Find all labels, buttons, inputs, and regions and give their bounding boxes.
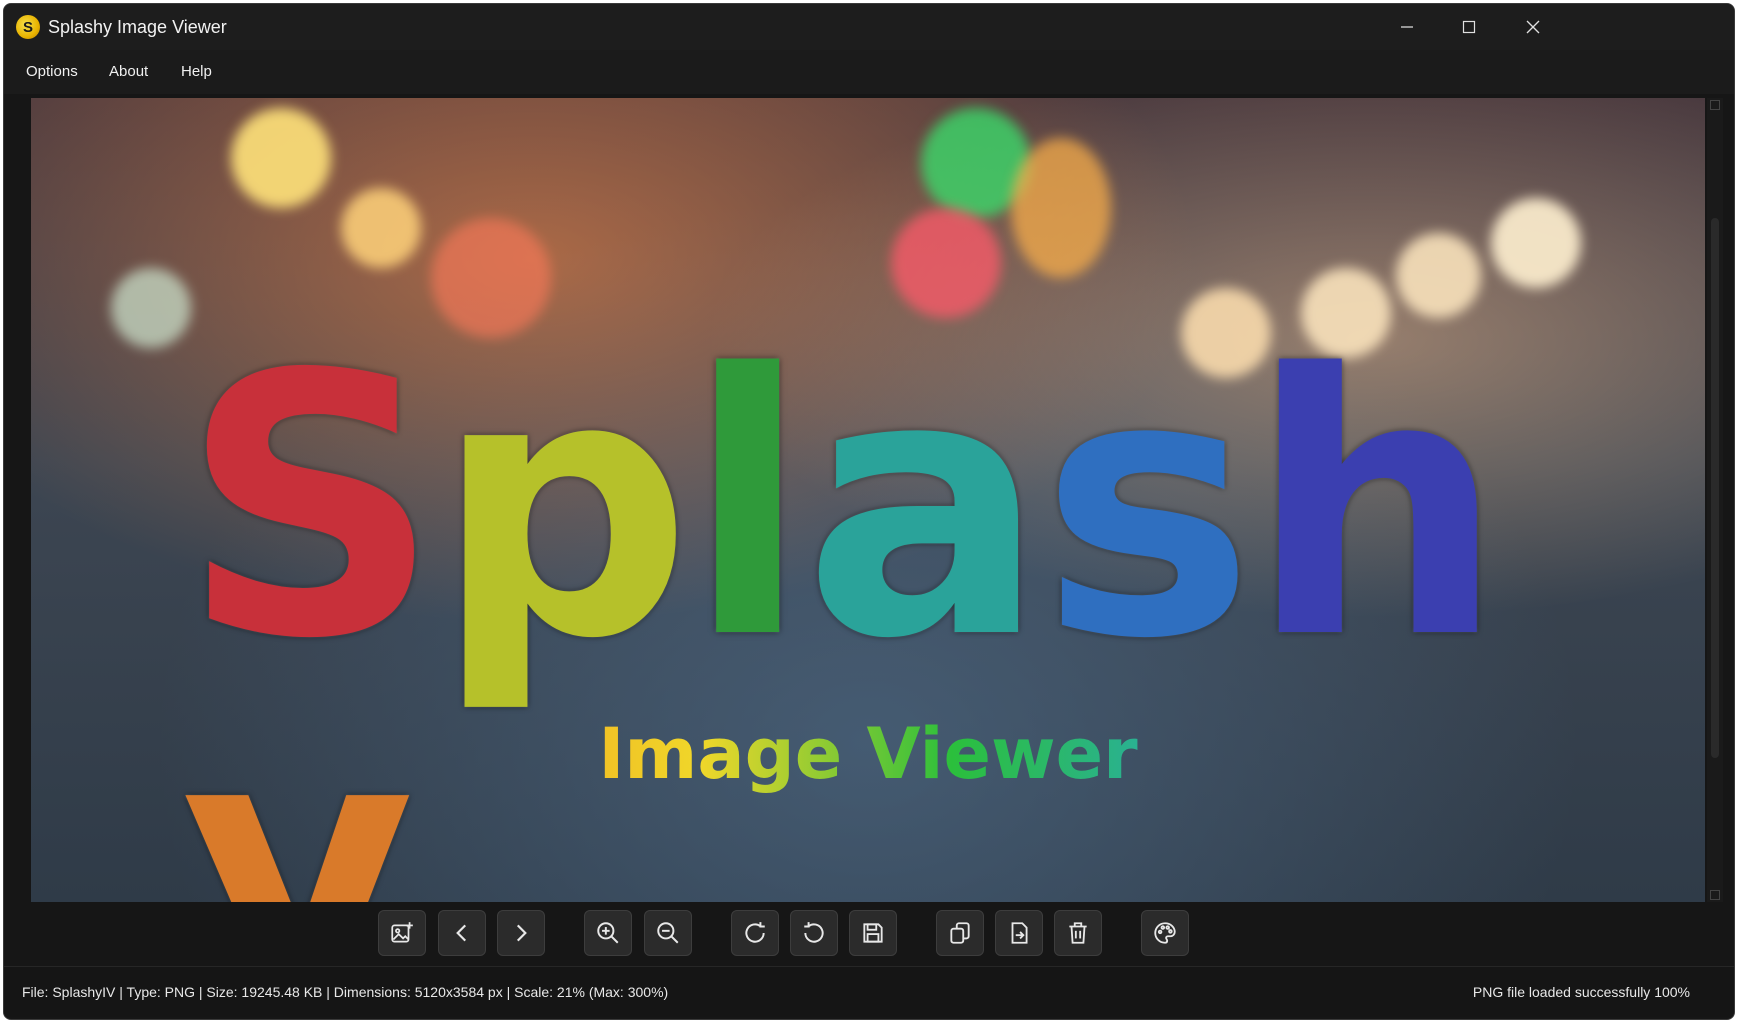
headline-letter-s: S	[181, 298, 440, 717]
app-window: S Splashy Image Viewer Options About Hel…	[3, 3, 1735, 1020]
bokeh-light	[341, 188, 421, 268]
rotate-clockwise-button[interactable]	[731, 910, 779, 956]
bokeh-light	[1011, 138, 1111, 278]
image-subtitle: Image Viewer	[31, 713, 1705, 795]
vertical-scrollbar[interactable]	[1707, 98, 1723, 902]
window-title: Splashy Image Viewer	[48, 17, 227, 37]
scrollbar-thumb[interactable]	[1711, 218, 1719, 758]
maximize-button[interactable]	[1434, 4, 1504, 50]
open-image-button[interactable]	[378, 910, 426, 956]
zoom-in-icon	[597, 922, 619, 944]
menu-help[interactable]: Help	[175, 60, 218, 84]
palette-icon	[1154, 922, 1176, 944]
chevron-right-icon	[516, 924, 527, 942]
file-info-status: File: SplashyIV | Type: PNG | Size: 1924…	[22, 984, 669, 1000]
move-file-button[interactable]	[995, 910, 1043, 956]
menu-options[interactable]: Options	[20, 60, 84, 84]
zoom-in-button[interactable]	[584, 910, 632, 956]
menu-bar: Options About Help	[4, 50, 1734, 94]
theme-button[interactable]	[1141, 910, 1189, 956]
previous-image-button[interactable]	[438, 910, 486, 956]
move-file-icon	[1011, 922, 1028, 944]
minimize-button[interactable]	[1372, 4, 1442, 50]
headline-letter-h: h	[1248, 298, 1505, 717]
close-icon	[1526, 20, 1540, 34]
scroll-up-arrow[interactable]	[1710, 100, 1720, 110]
copy-icon	[950, 922, 970, 944]
close-button[interactable]	[1498, 4, 1568, 50]
headline-letter-a: a	[803, 298, 1046, 717]
menu-about[interactable]: About	[103, 60, 154, 84]
app-logo-letter: S	[22, 18, 33, 36]
delete-button[interactable]	[1054, 910, 1102, 956]
headline-letter-s2: s	[1040, 298, 1254, 717]
bokeh-light	[1491, 198, 1581, 288]
zoom-out-icon	[657, 922, 679, 944]
splashy-headline: Splashy	[181, 298, 1581, 903]
rotate-counterclockwise-button[interactable]	[790, 910, 838, 956]
save-icon	[863, 923, 883, 943]
bokeh-light	[231, 108, 331, 208]
save-button[interactable]	[849, 910, 897, 956]
rotate-ccw-icon	[804, 922, 824, 943]
headline-letter-p: p	[434, 298, 692, 717]
copy-button[interactable]	[936, 910, 984, 956]
title-bar[interactable]: S Splashy Image Viewer	[4, 4, 1734, 50]
next-image-button[interactable]	[497, 910, 545, 956]
minimize-icon	[1401, 26, 1413, 28]
status-bar: File: SplashyIV | Type: PNG | Size: 1924…	[4, 966, 1734, 1017]
toolbar	[4, 904, 1734, 962]
trash-icon	[1069, 922, 1087, 944]
chevron-left-icon	[456, 924, 467, 942]
zoom-out-button[interactable]	[644, 910, 692, 956]
bokeh-light	[111, 268, 191, 348]
maximize-icon	[1462, 20, 1476, 34]
load-status-message: PNG file loaded successfully 100%	[1472, 984, 1690, 1000]
app-logo-icon: S	[16, 15, 40, 39]
rotate-cw-icon	[745, 922, 765, 943]
scroll-down-arrow[interactable]	[1710, 890, 1720, 900]
image-add-icon	[391, 922, 413, 943]
headline-letter-l: l	[685, 298, 809, 717]
image-canvas[interactable]: Splashy Image Viewer	[31, 98, 1705, 902]
